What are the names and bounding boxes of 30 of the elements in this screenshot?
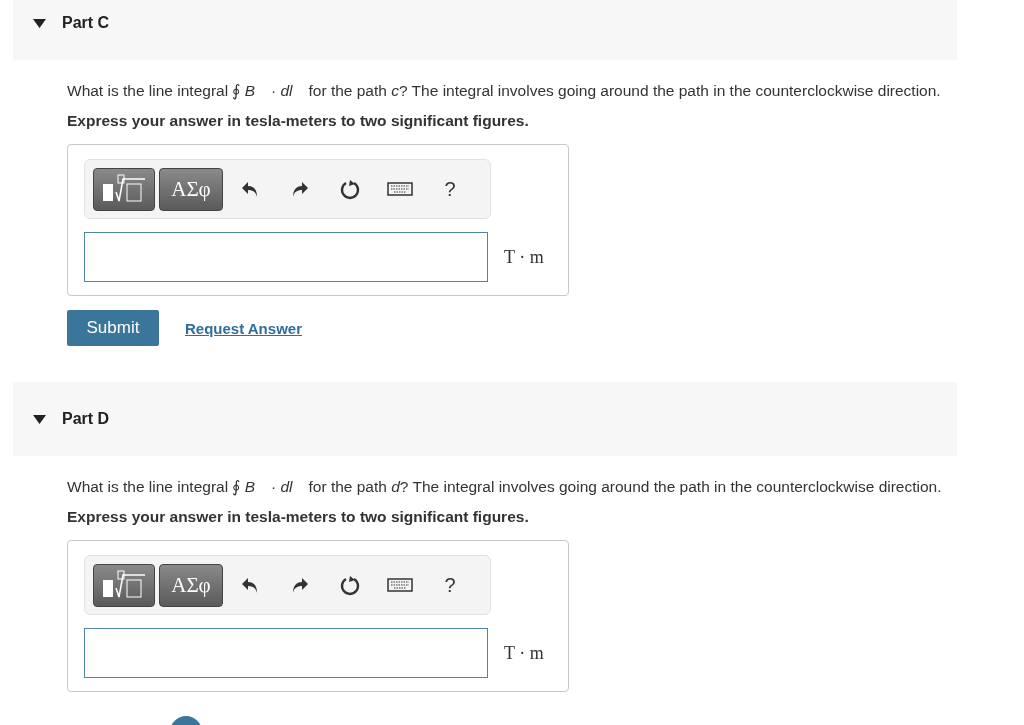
greek-symbols-button[interactable]: ΑΣφ [159,563,223,607]
keyboard-icon [387,578,413,592]
help-button[interactable]: ? [427,167,473,211]
request-answer-link[interactable]: Request Answer [185,319,302,337]
answer-field[interactable] [84,232,488,282]
templates-button[interactable] [93,167,155,211]
keyboard-icon [387,182,413,196]
question-text: What is the line integral ∮ B⃗ · dl⃗ for the path c? The integral involves going around the path in the counterclockwise direction. [67,81,942,102]
part-title: Part C [62,14,110,32]
submit-button[interactable]: Submit [67,310,159,346]
part-header[interactable]: Part C [13,0,957,60]
reset-icon [339,178,361,200]
question-text: What is the line integral ∮ B⃗ · dl⃗ for the path d? The integral involves going around the path in the counterclockwise direction. [67,477,943,498]
answer-field[interactable] [84,628,488,678]
unit-label: T · m [504,246,544,268]
part-header[interactable]: Part D [13,382,957,456]
reset-icon [339,574,361,596]
unit-label: T · m [504,642,544,664]
instruction-text: Express your answer in tesla-meters to two significant figures. [67,508,530,526]
redo-icon [291,180,309,198]
instruction-text: Express your answer in tesla-meters to two significant figures. [67,112,530,130]
undo-icon [241,576,259,594]
caret-icon [33,18,46,28]
greek-symbols-button[interactable]: ΑΣφ [159,167,223,211]
templates-button[interactable] [93,563,155,607]
help-button[interactable]: ? [427,563,473,607]
undo-icon [241,180,259,198]
caret-icon [33,414,46,424]
redo-icon [291,576,309,594]
part-title: Part D [62,410,110,428]
